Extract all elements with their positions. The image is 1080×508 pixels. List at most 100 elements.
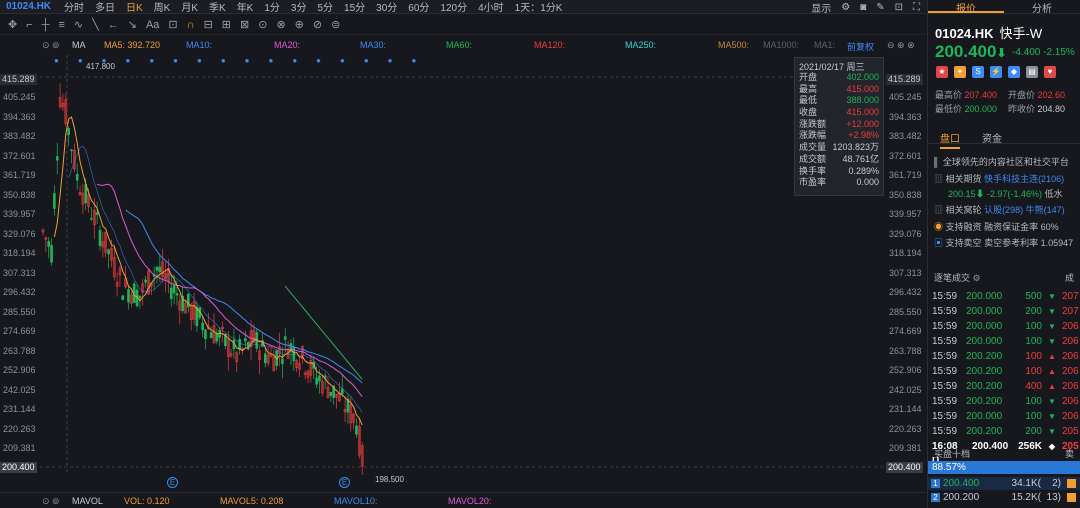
trade-direction-icon: ▼ [1048,337,1056,346]
trade-row: 15:59 200.000 100 ▼ 206 [932,334,1080,349]
candle-body [121,295,125,300]
drawing-tool-icon[interactable]: ✥ [8,18,17,31]
mavol-label[interactable]: MAVOL [72,496,103,506]
drawing-tool-icon[interactable]: ⊟ [204,18,213,31]
drawing-tool-icon[interactable]: ⊘ [313,18,322,31]
trades-title: 逐笔成交 ⚙ [934,273,981,283]
chart-icon[interactable]: ▤ [1026,66,1038,78]
candle-body [187,293,190,308]
period-tab[interactable]: 多日 [95,0,115,14]
expand-icon[interactable]: ⛶ [913,2,920,13]
trade-time: 15:59 [932,336,958,347]
drawing-tool-icon[interactable]: ∿ [74,18,83,31]
trade-direction-icon: ▼ [1048,427,1056,436]
period-tab[interactable]: 月K [181,0,198,14]
heart-icon[interactable]: ♥ [1044,66,1056,78]
tag-icon[interactable]: ◆ [1008,66,1020,78]
trade-direction-icon: ▼ [1048,397,1056,406]
candlestick-chart[interactable] [40,55,885,475]
drawing-tool-icon[interactable]: ⊗ [276,18,285,31]
side-price: 206 [1062,366,1079,377]
adjust-toggle[interactable]: 前复权 [847,40,874,53]
drawing-tool-icon[interactable]: ╲ [92,18,99,31]
lock-icon[interactable]: ⊡ [895,2,903,13]
drawing-tool-icon[interactable]: ⊠ [240,18,249,31]
event-e-icon[interactable]: E [339,477,350,488]
s-icon[interactable]: S [972,66,984,78]
drawing-tool-icon[interactable]: ⌐ [26,19,32,31]
period-tab[interactable]: 4小时 [478,0,504,14]
pen-icon[interactable]: ✎ [876,2,884,13]
period-tab[interactable]: 3分 [291,0,307,14]
ma-legend: ⊙ ⊚ MA MA5: 392.720 MA10: MA20: MA30: MA… [0,40,926,53]
tab-order-book[interactable]: 盘口 [940,130,960,149]
ma-label[interactable]: MA [72,40,86,50]
drawing-tool-icon[interactable]: ┼ [42,19,50,31]
period-tab[interactable]: 日K [126,0,143,14]
trade-row: 15:59 200.200 200 ▼ 205 [932,424,1080,439]
bid-count: 13) [1046,492,1061,503]
drawing-tool-icon[interactable]: Aa [146,19,159,31]
camera-icon[interactable]: ◙ [860,2,866,13]
trade-volume: 256K [1018,441,1042,452]
symbol-tab[interactable]: 01024.HK [0,1,64,12]
minus-plus-icon[interactable]: ⊖ ⊕ ⊗ [887,40,915,51]
period-tab[interactable]: 1天：1分K [515,0,563,14]
period-tab[interactable]: 周K [154,0,171,14]
settings-icon[interactable]: ⊙ ⊚ [42,496,60,507]
info-value: 415.000 [846,83,879,94]
drawing-tool-icon[interactable]: ↘ [128,18,137,31]
vol-value: VOL: 0.120 [124,496,170,506]
period-tab[interactable]: 120分 [440,0,467,14]
price-tick-label: 252.906 [889,365,922,375]
drawing-tool-icon[interactable]: ≡ [58,19,64,31]
drawing-tool-icon[interactable]: ← [108,19,119,31]
tab-analysis[interactable]: 分析 [1004,0,1080,15]
period-tab[interactable]: 15分 [344,0,365,14]
candle-body [244,338,247,342]
drawing-tool-icon[interactable]: ⊞ [222,18,231,31]
gear-icon[interactable]: ⚙ [841,2,850,13]
warrants-row[interactable]: ▥ 相关窝轮 认股(298) 牛熊(147) [934,203,1065,216]
bolt-icon[interactable]: ⚡ [990,66,1002,78]
star-icon[interactable]: ★ [936,66,948,78]
settings-icon[interactable]: ⚙ [973,273,981,283]
side-price: 206 [1062,411,1079,422]
trade-volume: 100 [1025,396,1042,407]
drawing-tool-icon[interactable]: ⊙ [258,18,267,31]
candle-body [283,336,287,340]
period-tab[interactable]: 季K [209,0,226,14]
period-tab[interactable]: 分时 [64,0,84,14]
stat-value: 207.400 [964,90,998,100]
bell-icon[interactable]: ✦ [954,66,966,78]
drawing-tool-icon[interactable]: ⊕ [295,18,304,31]
price-tick-label: 394.363 [889,111,922,122]
settings-icon[interactable]: ⊙ ⊚ [42,40,60,51]
period-tab[interactable]: 年K [237,0,254,14]
period-tab[interactable]: 60分 [408,0,429,14]
display-menu[interactable]: 显示 [811,0,831,15]
drawing-tool-icon[interactable]: ∩ [187,19,195,31]
candle-body [155,266,159,271]
trade-time: 15:59 [932,351,958,362]
trade-price: 200.200 [966,381,1003,392]
info-key: 开盘 [799,72,818,82]
price-tick-label: 242.025 [889,384,922,395]
bid-row: 2 200.200 15.2K(13) [928,491,1080,504]
tab-capital[interactable]: 资金 [982,130,1002,145]
futures-row[interactable]: ▥ 相关期货 快手科技主连(2106) [934,172,1064,185]
tab-quote[interactable]: 报价 [928,0,1004,15]
event-e-icon[interactable]: E [167,477,178,488]
info-value: +12.000 [846,118,879,129]
drawing-tool-icon[interactable]: ⊜ [331,18,340,31]
period-tab[interactable]: 5分 [317,0,333,14]
sub-tabs: 盘口 资金 [928,128,1080,149]
price-tick-label: 329.076 [3,228,36,239]
drawing-toolbar: ✥ ⌐ ┼ ≡ ∿ ╲ ← ↘ Aa ⊡ ∩ ⊟ ⊞ ⊠ ⊙ ⊗ ⊕ ⊘ ⊜ [0,15,926,35]
drawing-tool-icon[interactable]: ⊡ [168,18,177,31]
period-tab[interactable]: 30分 [376,0,397,14]
price-tick-label: 383.482 [889,131,922,141]
info-row: 换手率 0.289% [799,166,879,178]
trade-row: 15:59 200.200 400 ▲ 206 [932,379,1080,394]
period-tab[interactable]: 1分 [264,0,280,14]
